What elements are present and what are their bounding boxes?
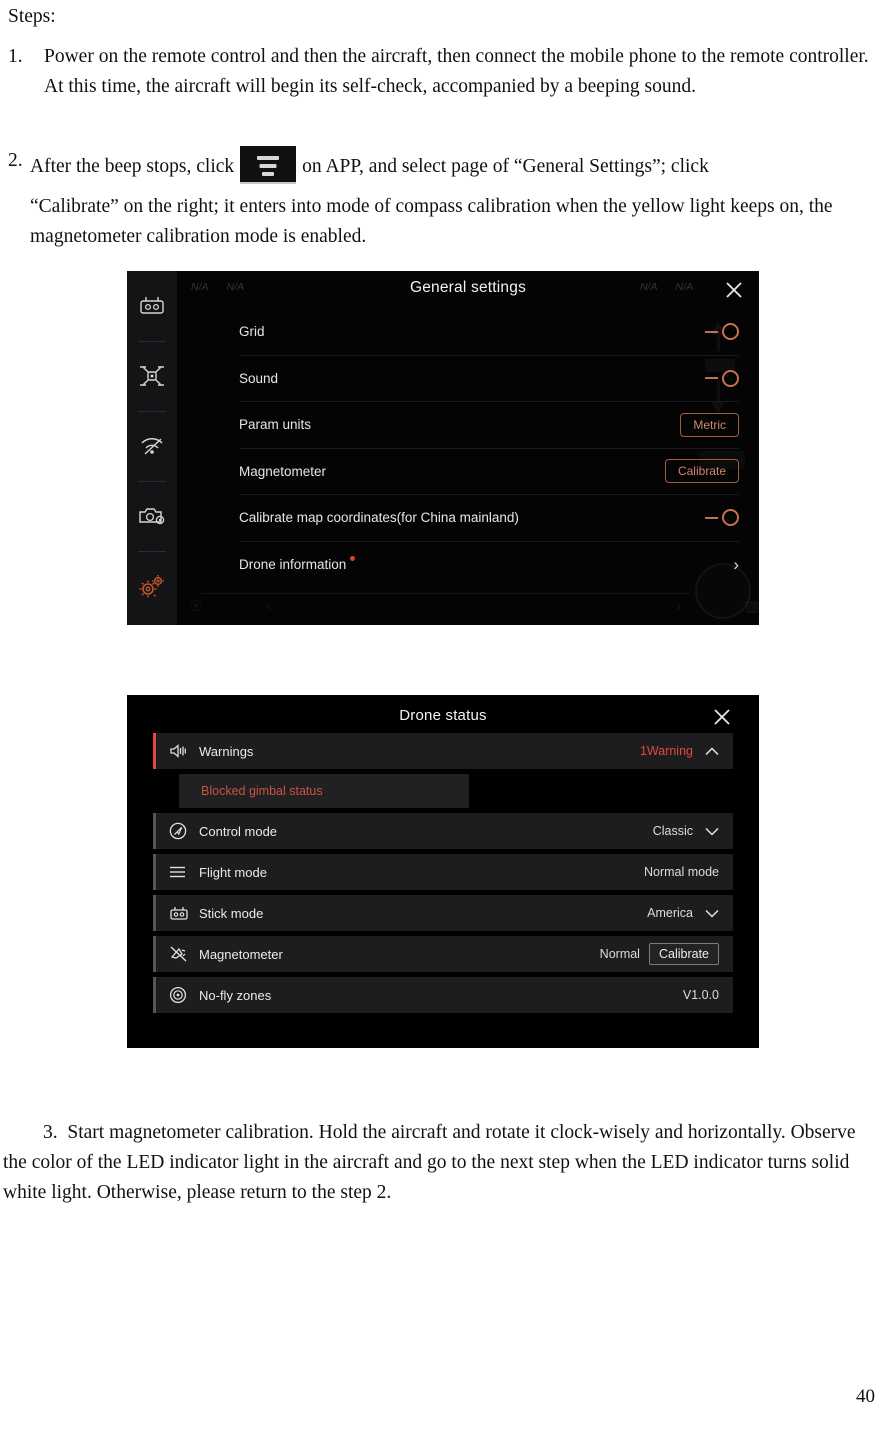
- step-1-text: Power on the remote control and then the…: [44, 46, 869, 98]
- settings-label-grid: Grid: [239, 324, 265, 340]
- magnetometer-icon: [169, 945, 191, 963]
- status-value-no-fly-zones: V1.0.0: [682, 988, 719, 1002]
- settings-label-drone-information: Drone information: [239, 556, 356, 572]
- status-row-magnetometer[interactable]: Magnetometer Normal Calibrate: [153, 936, 733, 972]
- list-icon: [169, 865, 191, 879]
- status-label-stick-mode: Stick mode: [199, 905, 264, 921]
- step-3-number: 3.: [43, 1122, 58, 1143]
- grid-toggle[interactable]: [705, 323, 739, 341]
- step-2-text-after-icon: on APP, and select page of “General Sett…: [302, 156, 709, 177]
- step-2-number: 2.: [8, 150, 23, 171]
- sidebar-item-remote-controller[interactable]: [127, 271, 177, 341]
- status-label-no-fly-zones: No-fly zones: [199, 987, 272, 1003]
- settings-row-calibrate-map[interactable]: Calibrate map coordinates(for China main…: [239, 495, 739, 542]
- drone-status-list: Warnings 1Warning Blocked gimbal status …: [153, 733, 733, 1013]
- hud-next-icon: ›: [675, 597, 681, 615]
- drone-status-title: Drone status: [399, 707, 487, 724]
- step-2-text-before-icon: After the beep stops, click: [30, 156, 235, 177]
- sidebar-item-general-settings[interactable]: [127, 551, 177, 621]
- hud-bottom-bar: ☉ ‹ › ▨: [189, 589, 759, 623]
- drone-status-screenshot: Drone status Warnings 1Warning Blocked g…: [127, 695, 759, 1048]
- remote-controller-icon: [169, 905, 191, 922]
- status-value-stick-mode: America: [647, 906, 693, 920]
- step-1-number: 1.: [8, 46, 23, 67]
- settings-row-drone-information[interactable]: Drone information ›: [239, 542, 739, 589]
- sidebar-item-transmission[interactable]: [127, 411, 177, 481]
- close-icon[interactable]: [723, 279, 745, 301]
- status-label-warnings: Warnings: [199, 743, 254, 759]
- warning-sub-item[interactable]: Blocked gimbal status: [179, 774, 469, 808]
- general-settings-rows: Grid Sound Param units Metric Magnetomet…: [239, 309, 739, 588]
- status-label-control-mode: Control mode: [199, 823, 278, 839]
- status-label-magnetometer: Magnetometer: [199, 946, 283, 962]
- status-value-flight-mode: Normal mode: [643, 865, 719, 879]
- hud-home-icon: ☉: [189, 598, 203, 615]
- settings-row-grid[interactable]: Grid: [239, 309, 739, 356]
- status-value-control-mode: Classic: [652, 824, 693, 838]
- warning-sub-item-label: Blocked gimbal status: [201, 784, 323, 798]
- general-settings-screenshot: N/A N/A N/A N/A ☉ ‹ › ▨ General settings…: [127, 271, 759, 625]
- magnetometer-calibrate-button[interactable]: Calibrate: [648, 942, 719, 966]
- speaker-icon: [169, 743, 191, 759]
- settings-row-param-units[interactable]: Param units Metric: [239, 402, 739, 449]
- remote-controller-icon: [138, 295, 166, 317]
- settings-row-magnetometer[interactable]: Magnetometer Calibrate: [239, 449, 739, 495]
- status-row-no-fly-zones[interactable]: No-fly zones V1.0.0: [153, 977, 733, 1013]
- settings-label-magnetometer: Magnetometer: [239, 463, 327, 479]
- step-1: 1. Power on the remote control and then …: [8, 42, 874, 102]
- param-units-button[interactable]: Metric: [680, 412, 739, 437]
- close-icon[interactable]: [711, 706, 733, 728]
- general-settings-title: General settings: [409, 279, 527, 296]
- sidebar-item-aircraft[interactable]: [127, 341, 177, 411]
- general-settings-icon: [137, 573, 167, 599]
- status-row-flight-mode[interactable]: Flight mode Normal mode: [153, 854, 733, 890]
- camera-settings-icon: [137, 504, 167, 528]
- steps-heading: Steps:: [8, 6, 56, 27]
- settings-label-calibrate-map: Calibrate map coordinates(for China main…: [239, 510, 519, 526]
- step-3-text: 3. Start magnetometer calibration. Hold …: [3, 1122, 856, 1204]
- settings-row-sound[interactable]: Sound: [239, 356, 739, 402]
- app-menu-icon: [240, 146, 297, 184]
- status-row-control-mode[interactable]: Control mode Classic: [153, 813, 733, 849]
- control-mode-icon: [169, 822, 191, 840]
- transmission-icon: [138, 435, 166, 457]
- step-2-line-1: After the beep stops, click on APP, and s…: [30, 146, 878, 184]
- aircraft-icon: [138, 363, 166, 389]
- chevron-down-icon[interactable]: [705, 827, 719, 836]
- status-value-warnings: 1Warning: [639, 744, 693, 758]
- status-value-magnetometer: Normal: [599, 947, 640, 961]
- hud-prev-icon: ‹: [266, 597, 272, 615]
- sidebar-item-camera-settings[interactable]: [127, 481, 177, 551]
- settings-label-param-units: Param units: [239, 417, 312, 433]
- magnetometer-calibrate-button[interactable]: Calibrate: [664, 459, 739, 484]
- status-label-flight-mode: Flight mode: [199, 864, 267, 880]
- general-settings-body: N/A N/A N/A N/A ☉ ‹ › ▨ General settings…: [177, 271, 759, 625]
- calibrate-map-toggle[interactable]: [705, 509, 739, 527]
- no-fly-zone-icon: [169, 986, 191, 1004]
- notification-dot-icon: [350, 556, 356, 562]
- step-2-line-2: “Calibrate” on the right; it enters into…: [30, 196, 833, 248]
- settings-label-sound: Sound: [239, 370, 279, 386]
- chevron-up-icon[interactable]: [705, 746, 719, 756]
- status-row-stick-mode[interactable]: Stick mode America: [153, 895, 733, 931]
- general-settings-sidebar: [127, 271, 177, 625]
- status-row-warnings[interactable]: Warnings 1Warning: [153, 733, 733, 769]
- page-number: 40: [856, 1385, 875, 1407]
- hud-divider: [201, 593, 689, 594]
- step-3: 3. Start magnetometer calibration. Hold …: [3, 1118, 879, 1209]
- chevron-down-icon[interactable]: [705, 909, 719, 918]
- drone-status-body: Drone status Warnings 1Warning Blocked g…: [127, 695, 759, 1048]
- manual-page: Steps: 1. Power on the remote control an…: [0, 0, 885, 1429]
- step-2: 2. After the beep stops, click on APP, an…: [8, 146, 878, 252]
- chevron-right-icon[interactable]: ›: [733, 556, 739, 573]
- sound-toggle[interactable]: [705, 369, 739, 387]
